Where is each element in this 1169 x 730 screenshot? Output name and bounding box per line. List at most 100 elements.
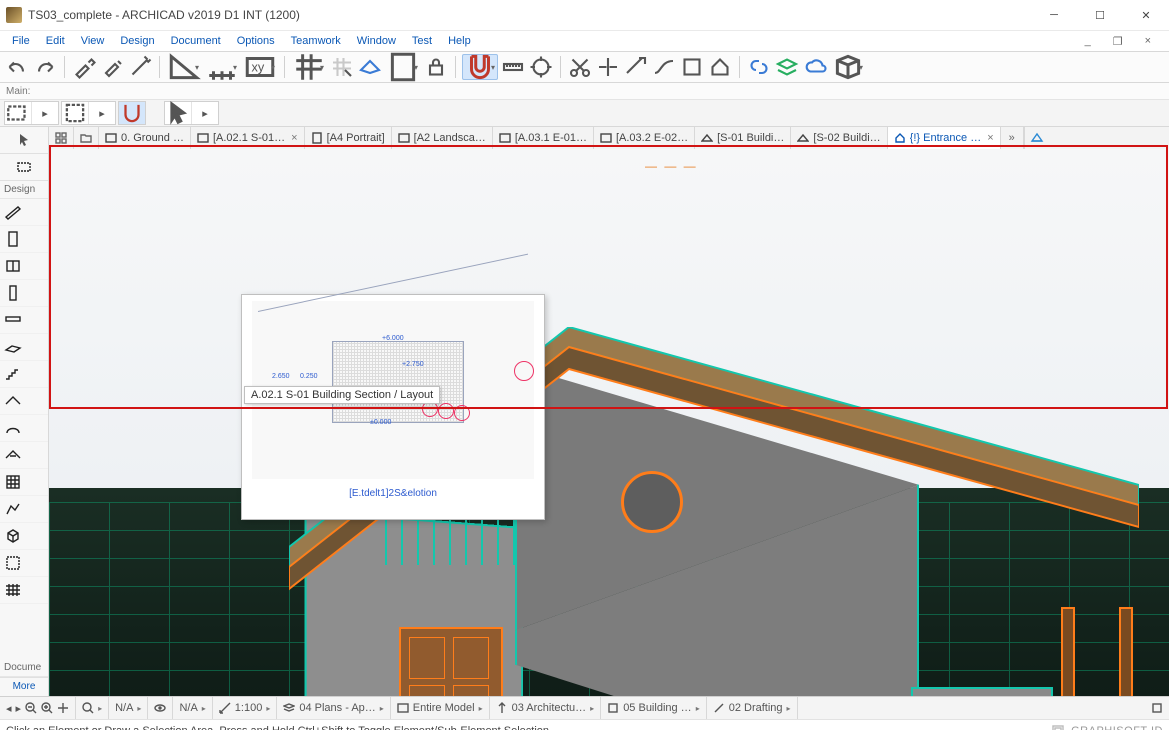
home-button[interactable] xyxy=(707,54,733,80)
adjust-button[interactable] xyxy=(623,54,649,80)
tool-door[interactable] xyxy=(0,226,48,253)
mdi-restore-icon[interactable]: ❐ xyxy=(1105,35,1131,48)
nav-orbit[interactable] xyxy=(148,697,173,719)
menu-file[interactable]: File xyxy=(4,35,38,47)
target-button[interactable] xyxy=(528,54,554,80)
tool-column[interactable] xyxy=(0,280,48,307)
tab-overflow-button[interactable]: » xyxy=(1001,127,1024,149)
tab-close-icon[interactable]: × xyxy=(291,132,297,144)
tool-slab[interactable] xyxy=(0,334,48,361)
menu-window[interactable]: Window xyxy=(349,35,404,47)
menu-edit[interactable]: Edit xyxy=(38,35,73,47)
tool-zone[interactable] xyxy=(0,550,48,577)
box-tool-button[interactable] xyxy=(679,54,705,80)
window-minimize-button[interactable]: ─ xyxy=(1031,0,1077,30)
tool-window[interactable] xyxy=(0,253,48,280)
nav-end-icon[interactable] xyxy=(1145,697,1169,719)
menu-teamwork[interactable]: Teamwork xyxy=(283,35,349,47)
sheet-button[interactable] xyxy=(385,54,421,80)
brand-label[interactable]: GRAPHISOFT ID xyxy=(1071,725,1163,730)
tab-entrance[interactable]: {!} Entrance …× xyxy=(888,127,1001,149)
canvas[interactable]: 0. Ground … [A.02.1 S-01…× [A4 Portrait]… xyxy=(49,127,1169,696)
tab-a4[interactable]: [A4 Portrait] xyxy=(305,127,392,149)
wand-button[interactable] xyxy=(127,54,153,80)
tab-s02[interactable]: [S-02 Buildi… xyxy=(791,127,887,149)
tab-s01[interactable]: [S-01 Buildi… xyxy=(695,127,791,149)
menu-test[interactable]: Test xyxy=(404,35,440,47)
tool-skylight[interactable] xyxy=(0,442,48,469)
link-button[interactable] xyxy=(746,54,772,80)
mdi-close-icon[interactable]: × xyxy=(1137,35,1159,48)
tool-beam[interactable] xyxy=(0,307,48,334)
tab-a2[interactable]: [A2 Landsca… xyxy=(392,127,493,149)
tab-section[interactable]: [A.02.1 S-01…× xyxy=(191,127,305,149)
menu-help[interactable]: Help xyxy=(440,35,479,47)
plane-button[interactable] xyxy=(357,54,383,80)
cut-button[interactable] xyxy=(567,54,593,80)
mdi-minimize-icon[interactable]: _ xyxy=(1077,35,1099,48)
tool-roof[interactable] xyxy=(0,388,48,415)
tab-e01[interactable]: [A.03.1 E-01… xyxy=(493,127,594,149)
nav-next-button[interactable]: ▸ xyxy=(16,702,22,715)
toolbox-marquee-button[interactable] xyxy=(0,154,48,181)
cloud-button[interactable] xyxy=(802,54,828,80)
eyedropper-button[interactable] xyxy=(71,54,97,80)
lock-button[interactable] xyxy=(423,54,449,80)
tab-3d-icon[interactable] xyxy=(1024,127,1049,149)
magnet-button[interactable] xyxy=(462,54,498,80)
grid-button[interactable] xyxy=(291,54,327,80)
tool-morph[interactable] xyxy=(0,496,48,523)
tab-folder-icon[interactable] xyxy=(74,127,99,149)
menu-design[interactable]: Design xyxy=(112,35,162,47)
tab-e02[interactable]: [A.03.2 E-02… xyxy=(594,127,695,149)
nav-arch[interactable]: 03 Architectu…▸ xyxy=(490,697,602,719)
triangle-tool-button[interactable] xyxy=(166,54,202,80)
tab-grid-icon[interactable] xyxy=(49,127,74,149)
pan-icon[interactable] xyxy=(57,702,69,714)
redo-button[interactable] xyxy=(32,54,58,80)
layers-button[interactable] xyxy=(774,54,800,80)
measure-tool-button[interactable] xyxy=(204,54,240,80)
tool-mesh[interactable] xyxy=(0,577,48,604)
toolbox-arrow-button[interactable] xyxy=(0,127,48,154)
zoom-in-icon[interactable] xyxy=(41,702,53,714)
tool-curtainwall[interactable] xyxy=(0,469,48,496)
xy-tool-button[interactable]: xy xyxy=(242,54,278,80)
undo-button[interactable] xyxy=(4,54,30,80)
magnet-mode-button[interactable] xyxy=(119,102,145,124)
box3d-button[interactable] xyxy=(830,54,866,80)
window-maximize-button[interactable]: ☐ xyxy=(1077,0,1123,30)
nav-na1[interactable]: N/A▸ xyxy=(109,697,148,719)
grid-edit-button[interactable] xyxy=(329,54,355,80)
toolbox-more-button[interactable]: More xyxy=(0,677,48,696)
nav-na2[interactable]: N/A▸ xyxy=(173,697,212,719)
pointer-arrow-button[interactable]: ▸ xyxy=(192,102,218,124)
nav-scale[interactable]: 1:100▸ xyxy=(213,697,278,719)
tab-close-icon[interactable]: × xyxy=(987,132,993,144)
zoom-out-icon[interactable] xyxy=(25,702,37,714)
nav-layer[interactable]: 04 Plans - Ap…▸ xyxy=(277,697,390,719)
fit-icon[interactable] xyxy=(82,702,94,714)
menu-document[interactable]: Document xyxy=(163,35,229,47)
select-mode-rect-button[interactable] xyxy=(5,102,32,124)
nav-draft[interactable]: 02 Drafting▸ xyxy=(707,697,798,719)
menu-options[interactable]: Options xyxy=(229,35,283,47)
tool-object[interactable] xyxy=(0,523,48,550)
tool-stair[interactable] xyxy=(0,361,48,388)
nav-prev-button[interactable]: ◂ xyxy=(6,702,12,715)
ruler-button[interactable] xyxy=(500,54,526,80)
tool-shell[interactable] xyxy=(0,415,48,442)
nav-build[interactable]: 05 Building …▸ xyxy=(601,697,707,719)
trim-button[interactable] xyxy=(595,54,621,80)
marquee-arrow-button[interactable]: ▸ xyxy=(89,102,115,124)
tool-wall[interactable] xyxy=(0,199,48,226)
nav-model[interactable]: Entire Model▸ xyxy=(391,697,490,719)
menu-view[interactable]: View xyxy=(73,35,113,47)
curve-button[interactable] xyxy=(651,54,677,80)
pointer-mode-button[interactable] xyxy=(165,102,192,124)
select-mode-arrow-button[interactable]: ▸ xyxy=(32,102,58,124)
tab-ground[interactable]: 0. Ground … xyxy=(99,127,191,149)
syringe-button[interactable] xyxy=(99,54,125,80)
marquee-mode-button[interactable] xyxy=(62,102,89,124)
window-close-button[interactable]: ✕ xyxy=(1123,0,1169,30)
